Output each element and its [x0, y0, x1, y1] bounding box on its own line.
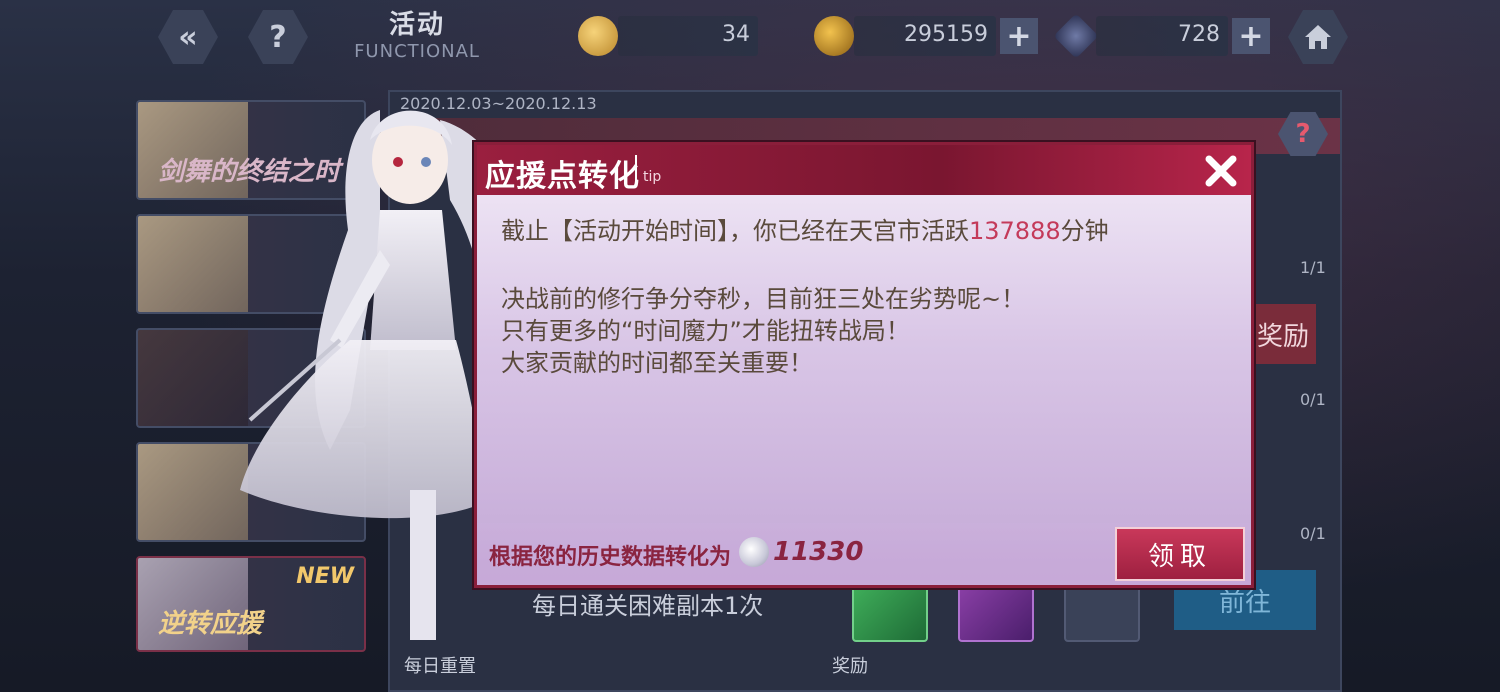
dialog-line: 大家贡献的时间都至关重要！ [501, 349, 813, 377]
coin-icon [578, 16, 618, 56]
question-icon: ? [1295, 119, 1311, 149]
close-icon [1205, 155, 1237, 187]
dialog-line: 只有更多的“时间魔力”才能扭转战局！ [501, 317, 910, 345]
dialog-header: 应援点转化 tip [477, 145, 1251, 195]
close-button[interactable] [1201, 151, 1241, 191]
task-description: 每日通关困难副本1次 [532, 592, 764, 620]
back-arrow-icon: « [178, 19, 198, 55]
gold-counter: 295159 [854, 16, 996, 56]
conversion-label: 根据您的历史数据转化为 [489, 545, 732, 570]
help-button[interactable]: ? [248, 10, 308, 64]
activity-text: 截止【活动开始时间】，你已经在天宫市活跃 [501, 217, 969, 245]
dialog-tip-label: tip [643, 169, 662, 185]
conversion-value: 11330 [773, 537, 864, 567]
dialog-title: 应援点转化 [485, 159, 640, 194]
activity-duration-line: 截止【活动开始时间】，你已经在天宫市活跃137888分钟 [501, 215, 1231, 247]
question-icon: ? [269, 19, 287, 55]
daily-reset-label: 每日重置 [404, 656, 476, 677]
support-point-icon [739, 537, 769, 567]
home-icon [1305, 25, 1331, 49]
back-button[interactable]: « [158, 10, 218, 64]
coin-counter: 34 [618, 16, 758, 56]
dialog-line: 决战前的修行争分夺秒，目前狂三处在劣势呢~！ [501, 285, 1026, 313]
crystal-icon [1053, 13, 1099, 59]
add-crystal-button[interactable]: + [1232, 18, 1270, 54]
task-count: 0/1 [1300, 524, 1326, 543]
title-divider [635, 155, 637, 185]
coin-value: 34 [722, 22, 750, 47]
task-count: 1/1 [1300, 258, 1326, 277]
dialog-body: 截止【活动开始时间】，你已经在天宫市活跃137888分钟 决战前的修行争分夺秒，… [501, 215, 1231, 379]
page-title-cn: 活动 [388, 10, 445, 40]
claim-button[interactable]: 领取 [1115, 527, 1245, 581]
reward-item[interactable] [852, 584, 928, 642]
reward-button[interactable]: 奖励 [1250, 304, 1316, 364]
reward-item[interactable] [958, 584, 1034, 642]
task-count: 0/1 [1300, 390, 1326, 409]
crystal-counter: 728 [1096, 16, 1228, 56]
page-title-en: FUNCTIONAL [354, 41, 480, 62]
crystal-value: 728 [1178, 22, 1220, 47]
page-title: 活动 FUNCTIONAL [352, 4, 482, 62]
reward-label: 奖励 [832, 656, 868, 677]
gold-icon [814, 16, 854, 56]
activity-minutes: 137888 [969, 217, 1061, 245]
reward-item[interactable] [1064, 584, 1140, 642]
top-bar: « ? 活动 FUNCTIONAL 34 295159 + 728 + [0, 0, 1500, 72]
convert-points-dialog: 应援点转化 tip 截止【活动开始时间】，你已经在天宫市活跃137888分钟 决… [474, 142, 1254, 588]
add-gold-button[interactable]: + [1000, 18, 1038, 54]
activity-unit: 分钟 [1060, 217, 1109, 245]
gold-value: 295159 [904, 22, 988, 47]
home-button[interactable] [1288, 10, 1348, 64]
